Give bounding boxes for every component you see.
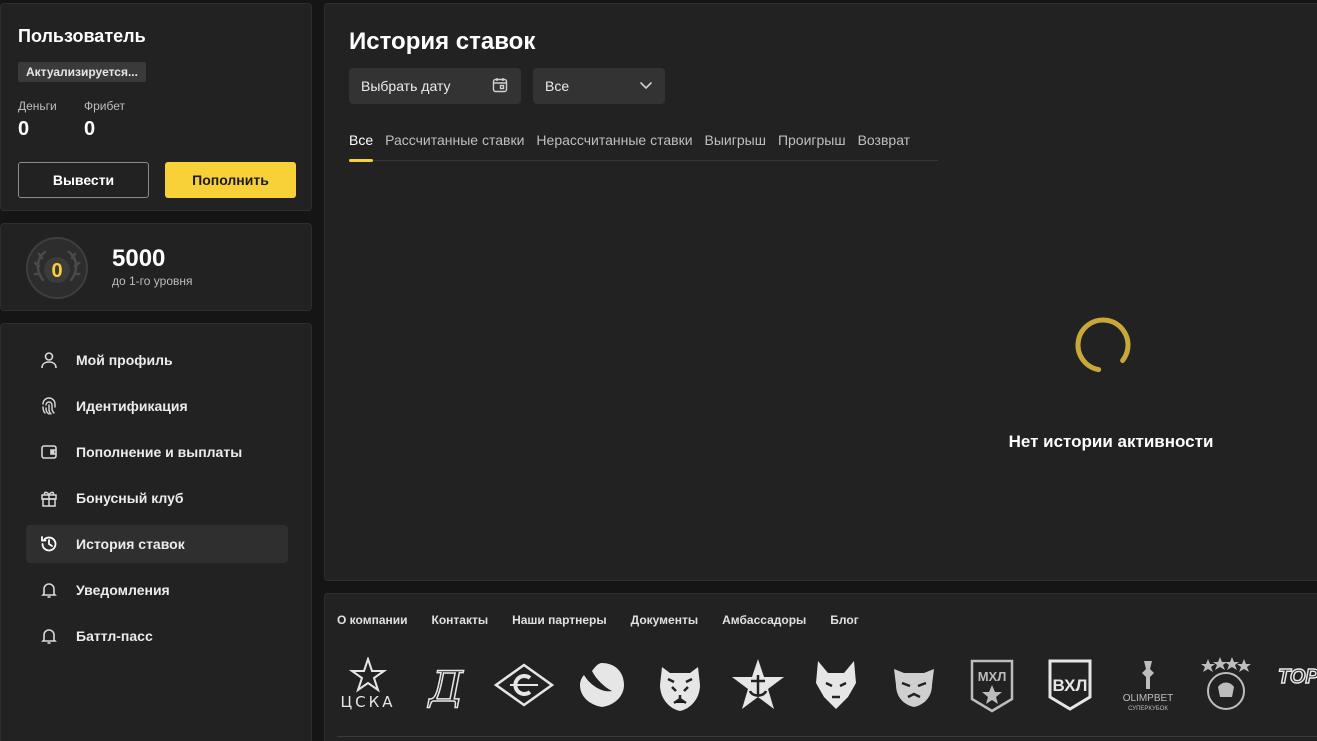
menu-item-label: Бонусный клуб (76, 490, 184, 506)
tab-lost[interactable]: Проигрыш (778, 132, 846, 161)
level-card: 0 5000 до 1-го уровня (0, 223, 312, 311)
spartak-logo[interactable] (493, 656, 555, 714)
footer-link-about[interactable]: О компании (337, 613, 408, 627)
level-badge: 0 (25, 236, 89, 300)
money-value: 0 (18, 118, 30, 140)
freebet-value: 0 (84, 118, 96, 140)
fingerprint-icon (39, 396, 59, 416)
footer-link-partners[interactable]: Наши партнеры (512, 613, 607, 627)
footer: О компании Контакты Наши партнеры Докуме… (324, 593, 1317, 741)
level-points: 5000 (112, 245, 166, 272)
footer-link-ambassadors[interactable]: Амбассадоры (722, 613, 806, 627)
tab-refund[interactable]: Возврат (858, 132, 911, 161)
freebet-label: Фрибет (84, 99, 126, 113)
bet-tabs: Все Рассчитанные ставки Нерассчитанные с… (349, 132, 938, 162)
menu-item-identification[interactable]: Идентификация (26, 387, 288, 425)
olimpbet-supercup-logo[interactable]: OLIMPBET СУПЕРКУБОК (1117, 656, 1179, 714)
footer-link-contacts[interactable]: Контакты (432, 613, 489, 627)
footer-link-blog[interactable]: Блог (830, 613, 858, 627)
profile-menu: Мой профиль Идентификация Пополнение и в… (0, 323, 312, 741)
money-label: Деньги (18, 99, 57, 113)
panther-logo[interactable] (883, 656, 945, 714)
torpedo-logo[interactable] (571, 656, 633, 714)
bell-icon (39, 626, 59, 646)
wolf-logo[interactable] (805, 656, 867, 714)
bell-icon (39, 580, 59, 600)
svg-text:TOP DOG: TOP DOG (1278, 666, 1317, 688)
tab-won[interactable]: Выигрыш (705, 132, 766, 161)
user-icon (39, 350, 59, 370)
mhl-logo[interactable]: МХЛ (961, 656, 1023, 714)
calendar-icon (491, 76, 509, 97)
menu-item-label: Баттл-пасс (76, 628, 153, 644)
menu-item-notifications[interactable]: Уведомления (26, 571, 288, 609)
footer-link-documents[interactable]: Документы (631, 613, 698, 627)
svg-text:ЦСКА: ЦСКА (340, 693, 395, 711)
menu-item-bonus-club[interactable]: Бонусный клуб (26, 479, 288, 517)
footer-divider (337, 736, 1317, 737)
bulls-logo[interactable] (1195, 656, 1257, 714)
user-card: Пользователь Актуализируется... Деньги 0… (0, 3, 312, 211)
user-title: Пользователь (18, 26, 146, 46)
date-picker-label: Выбрать дату (361, 78, 451, 94)
status-filter-select[interactable]: Все (533, 68, 665, 104)
svg-text:OLIMPBET: OLIMPBET (1123, 693, 1174, 704)
cska-logo[interactable]: ЦСКА (337, 656, 399, 714)
status-badge: Актуализируется... (18, 62, 146, 82)
tab-settled[interactable]: Рассчитанные ставки (385, 132, 524, 161)
svg-text:СУПЕРКУБОК: СУПЕРКУБОК (1128, 706, 1168, 712)
top-dog-logo[interactable]: TOP DOG (1273, 656, 1317, 714)
deposit-button[interactable]: Пополнить (165, 162, 296, 198)
chevron-down-icon (639, 78, 653, 95)
bet-history-panel: История ставок Выбрать дату Все Все Расс… (324, 3, 1317, 581)
svg-text:МХЛ: МХЛ (978, 669, 1007, 684)
anchor-star-logo[interactable] (727, 656, 789, 714)
gift-icon (39, 488, 59, 508)
level-caption: до 1-го уровня (112, 274, 193, 288)
partner-logos: ЦСКА Д МХЛ ВХЛ OLIMPBET СУПЕРКУБОК TOP (337, 656, 1317, 714)
tiger-logo[interactable] (649, 656, 711, 714)
menu-item-label: Мой профиль (76, 352, 173, 368)
svg-text:Д: Д (427, 662, 464, 711)
level-badge-value: 0 (51, 260, 62, 282)
empty-state-text: Нет истории активности (1008, 432, 1214, 451)
svg-text:ВХЛ: ВХЛ (1053, 676, 1088, 695)
menu-item-label: Идентификация (76, 398, 188, 414)
menu-item-label: Пополнение и выплаты (76, 444, 243, 460)
withdraw-button[interactable]: Вывести (18, 162, 149, 198)
menu-item-bet-history[interactable]: История ставок (26, 525, 288, 563)
tab-all[interactable]: Все (349, 132, 374, 162)
menu-item-payments[interactable]: Пополнение и выплаты (26, 433, 288, 471)
loading-spinner (1073, 315, 1133, 375)
tab-unsettled[interactable]: Нерассчитанные ставки (536, 132, 692, 161)
menu-item-profile[interactable]: Мой профиль (26, 341, 288, 379)
wallet-icon (39, 442, 59, 462)
dynamo-logo[interactable]: Д (415, 656, 477, 714)
date-picker-button[interactable]: Выбрать дату (349, 68, 521, 104)
history-icon (39, 534, 59, 554)
menu-item-battle-pass[interactable]: Баттл-пасс (26, 617, 288, 655)
footer-links: О компании Контакты Наши партнеры Докуме… (337, 613, 883, 627)
menu-item-label: Уведомления (76, 582, 170, 598)
status-filter-value: Все (545, 78, 570, 94)
page-title: История ставок (349, 28, 536, 55)
vhl-logo[interactable]: ВХЛ (1039, 656, 1101, 714)
menu-item-label: История ставок (76, 536, 185, 552)
